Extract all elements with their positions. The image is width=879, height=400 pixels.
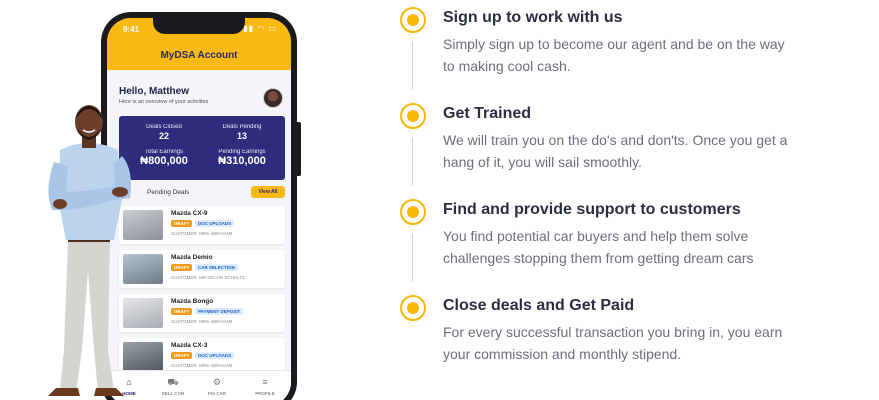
stat-value: 13 bbox=[236, 131, 247, 141]
step-bullet-icon bbox=[400, 295, 426, 321]
tab-label: SELL CAR bbox=[161, 391, 185, 396]
stage-badge: CAR SELECTION bbox=[195, 264, 238, 271]
step-connector bbox=[412, 42, 413, 90]
deal-name: Mazda Demio bbox=[171, 254, 213, 261]
wrench-icon: ⚙ bbox=[212, 377, 222, 387]
deal-customer: CUSTOMER: MRS ABRAHAM bbox=[171, 231, 233, 236]
head bbox=[75, 105, 103, 139]
deal-customer: CUSTOMER: MRS ABRAHAM bbox=[171, 363, 233, 368]
right-shoe bbox=[94, 388, 124, 396]
tab-label: PROFILE bbox=[255, 391, 275, 396]
phone-side-button bbox=[297, 122, 301, 176]
step-title: Find and provide support to customers bbox=[443, 201, 741, 218]
deal-customer: CUSTOMER: MRS ABRAHAM bbox=[171, 319, 233, 324]
phone-notch bbox=[153, 18, 245, 34]
step-title: Get Trained bbox=[443, 105, 532, 122]
stat-label: Pending Earnings bbox=[218, 149, 266, 155]
step-connector bbox=[412, 138, 413, 186]
stat-deals-pending: Deals Pending 13 bbox=[207, 124, 277, 141]
step-description: We will train you on the do's and don'ts… bbox=[443, 132, 788, 170]
deal-name: Mazda Bongo bbox=[171, 298, 214, 305]
hand bbox=[53, 199, 67, 209]
pending-deals-label: Pending Deals bbox=[147, 189, 190, 196]
hand bbox=[112, 187, 128, 197]
status-time: 9:41 bbox=[123, 25, 140, 34]
status-badge: DRAFT bbox=[171, 220, 193, 227]
stage-badge: DOC UPLOADS bbox=[195, 352, 235, 359]
deal-customer: CUSTOMER: MR KELVIN SCHULTZ bbox=[171, 275, 245, 280]
agent-photo bbox=[48, 105, 131, 396]
step-bullet-icon bbox=[400, 103, 426, 129]
status-icons: ▮▮ ◠ ▭ bbox=[243, 24, 277, 33]
stat-value: ₦310,000 bbox=[218, 155, 266, 167]
step-description: You find potential car buyers and help t… bbox=[443, 228, 754, 266]
step-title: Close deals and Get Paid bbox=[443, 297, 635, 314]
step-bullet-icon bbox=[400, 199, 426, 225]
avatar[interactable] bbox=[263, 88, 283, 108]
view-all-button[interactable]: View All bbox=[251, 186, 285, 198]
deal-name: Mazda CX-9 bbox=[171, 210, 208, 217]
menu-icon: ≡ bbox=[262, 377, 268, 387]
status-badge: DRAFT bbox=[171, 352, 193, 359]
status-badge: DRAFT bbox=[171, 264, 193, 271]
tab-sell-car[interactable]: ⛟ SELL CAR bbox=[155, 377, 191, 396]
step-description: For every successful transaction you bri… bbox=[443, 324, 783, 362]
app-title: MyDSA Account bbox=[160, 50, 238, 61]
greeting-name: Hello, Matthew bbox=[119, 86, 190, 97]
stat-label: Deals Pending bbox=[222, 124, 262, 130]
step-description: Simply sign up to become our agent and b… bbox=[443, 36, 785, 74]
stage-badge: DOC UPLOADS bbox=[195, 220, 235, 227]
car-icon: ⛟ bbox=[167, 377, 179, 387]
step-bullet-icon bbox=[400, 7, 426, 33]
stage-badge: PAYMENT DEPOSIT bbox=[195, 308, 244, 315]
deal-name: Mazda CX-3 bbox=[171, 342, 208, 349]
step-title: Sign up to work with us bbox=[443, 9, 623, 26]
tab-profile[interactable]: ≡ PROFILE bbox=[247, 377, 283, 396]
tab-label: FIX CAR bbox=[208, 391, 226, 396]
tab-fix-car[interactable]: ⚙ FIX CAR bbox=[199, 377, 235, 396]
stat-pending-earnings: Pending Earnings ₦310,000 bbox=[207, 149, 277, 167]
left-shoe bbox=[48, 388, 80, 396]
status-badge: DRAFT bbox=[171, 308, 193, 315]
trousers bbox=[60, 240, 114, 392]
step-connector bbox=[412, 234, 413, 282]
